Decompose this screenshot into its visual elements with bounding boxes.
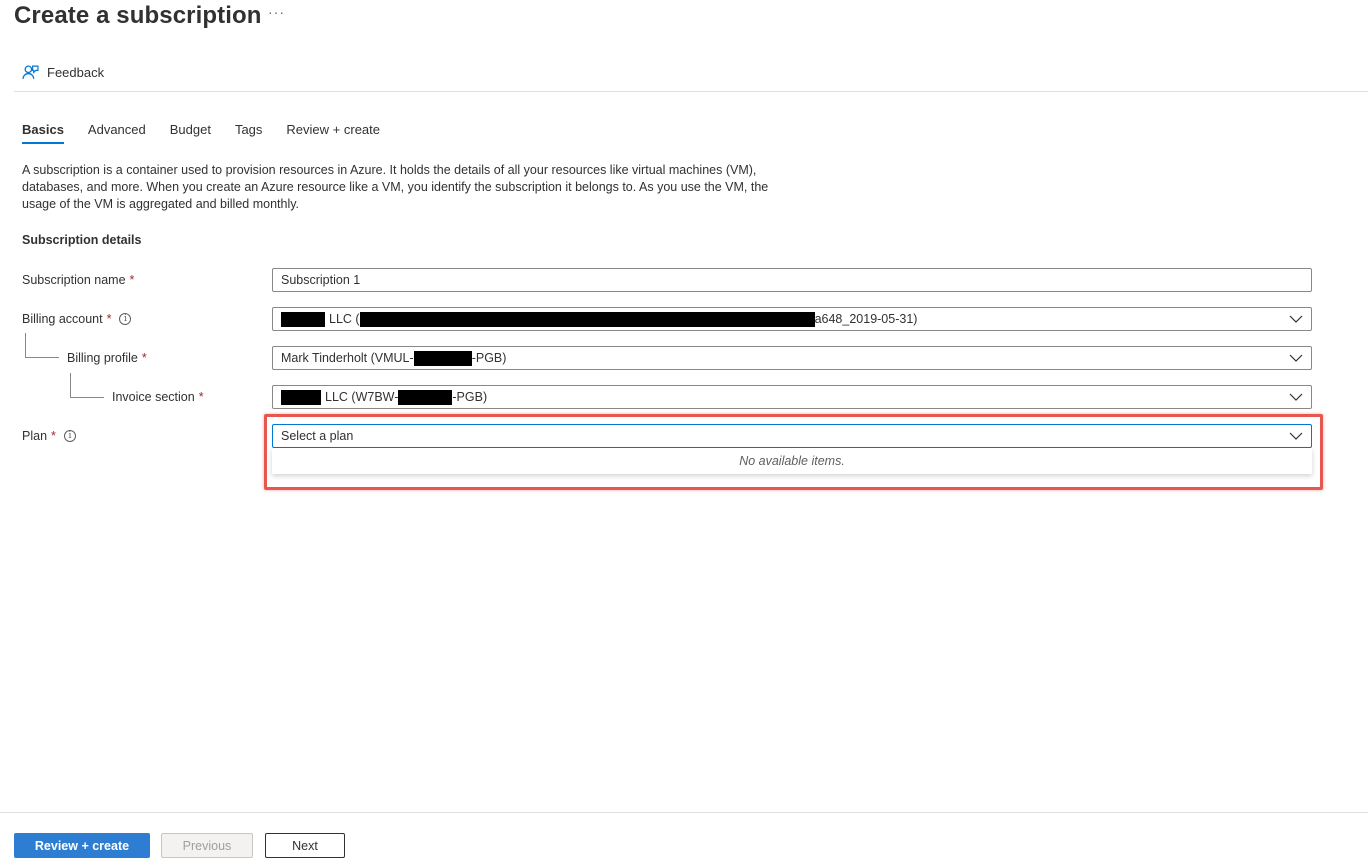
billing-profile-label: Billing profile * xyxy=(67,351,147,365)
redacted-block xyxy=(281,311,325,327)
required-marker: * xyxy=(129,273,135,287)
invoice-section-label-text: Invoice section xyxy=(112,390,195,404)
more-options-icon[interactable]: ··· xyxy=(268,4,285,20)
chevron-down-icon xyxy=(1289,393,1303,401)
footer-bar: Review + create Previous Next xyxy=(0,812,1368,866)
plan-dropdown-list: No available items. xyxy=(272,448,1312,474)
tab-tags[interactable]: Tags xyxy=(235,122,262,144)
required-marker: * xyxy=(106,312,112,326)
invoice-section-value-start: LLC (W7BW- xyxy=(325,390,399,404)
tree-connector xyxy=(25,333,59,358)
section-title: Subscription details xyxy=(22,233,142,247)
tab-advanced[interactable]: Advanced xyxy=(88,122,146,144)
billing-account-dropdown[interactable]: LLC ( a648_2019-05-31) xyxy=(272,307,1312,331)
subscription-name-label-text: Subscription name xyxy=(22,273,126,287)
tab-review-create[interactable]: Review + create xyxy=(286,122,380,144)
billing-profile-value-start: Mark Tinderholt (VMUL- xyxy=(281,351,414,365)
description-text: A subscription is a container used to pr… xyxy=(22,163,769,211)
tree-connector xyxy=(70,373,104,398)
billing-account-value-end: a648_2019-05-31) xyxy=(814,312,918,326)
required-marker: * xyxy=(141,351,147,365)
billing-account-label-text: Billing account xyxy=(22,312,103,326)
empty-message: No available items. xyxy=(739,454,845,468)
billing-profile-value-end: -PGB) xyxy=(471,351,507,365)
info-icon[interactable]: i xyxy=(119,313,132,325)
previous-button[interactable]: Previous xyxy=(161,833,253,858)
feedback-icon xyxy=(22,65,39,79)
subscription-name-input[interactable]: Subscription 1 xyxy=(272,268,1312,292)
feedback-label: Feedback xyxy=(47,65,105,80)
billing-profile-dropdown[interactable]: Mark Tinderholt (VMUL- -PGB) xyxy=(272,346,1312,370)
tab-budget[interactable]: Budget xyxy=(170,122,211,144)
plan-placeholder: Select a plan xyxy=(281,429,354,443)
tab-basics[interactable]: Basics xyxy=(22,122,64,144)
plan-label-text: Plan xyxy=(22,429,48,443)
plan-dropdown[interactable]: Select a plan xyxy=(272,424,1312,448)
subscription-name-value: Subscription 1 xyxy=(281,273,361,287)
invoice-section-value-end: -PGB) xyxy=(452,390,488,404)
info-icon[interactable]: i xyxy=(63,430,76,442)
plan-label: Plan * i xyxy=(22,429,76,443)
tab-bar: Basics Advanced Budget Tags Review + cre… xyxy=(22,122,404,144)
billing-account-value-start: LLC ( xyxy=(329,312,360,326)
page-title: Create a subscription xyxy=(14,2,262,29)
invoice-section-label: Invoice section * xyxy=(112,390,204,404)
invoice-section-dropdown[interactable]: LLC (W7BW- -PGB) xyxy=(272,385,1312,409)
chevron-down-icon xyxy=(1289,432,1303,440)
feedback-button[interactable]: Feedback xyxy=(22,64,104,81)
billing-account-label: Billing account * i xyxy=(22,312,132,326)
subscription-name-label: Subscription name * xyxy=(22,273,134,287)
required-marker: * xyxy=(198,390,204,404)
redacted-block xyxy=(398,389,453,405)
billing-profile-label-text: Billing profile xyxy=(67,351,138,365)
command-bar: Feedback xyxy=(14,56,1368,92)
review-create-button[interactable]: Review + create xyxy=(14,833,150,858)
redacted-block xyxy=(281,389,321,405)
chevron-down-icon xyxy=(1289,315,1303,323)
chevron-down-icon xyxy=(1289,354,1303,362)
required-marker: * xyxy=(51,429,56,443)
redacted-block xyxy=(359,311,815,327)
next-button[interactable]: Next xyxy=(265,833,345,858)
redacted-block xyxy=(413,350,472,366)
